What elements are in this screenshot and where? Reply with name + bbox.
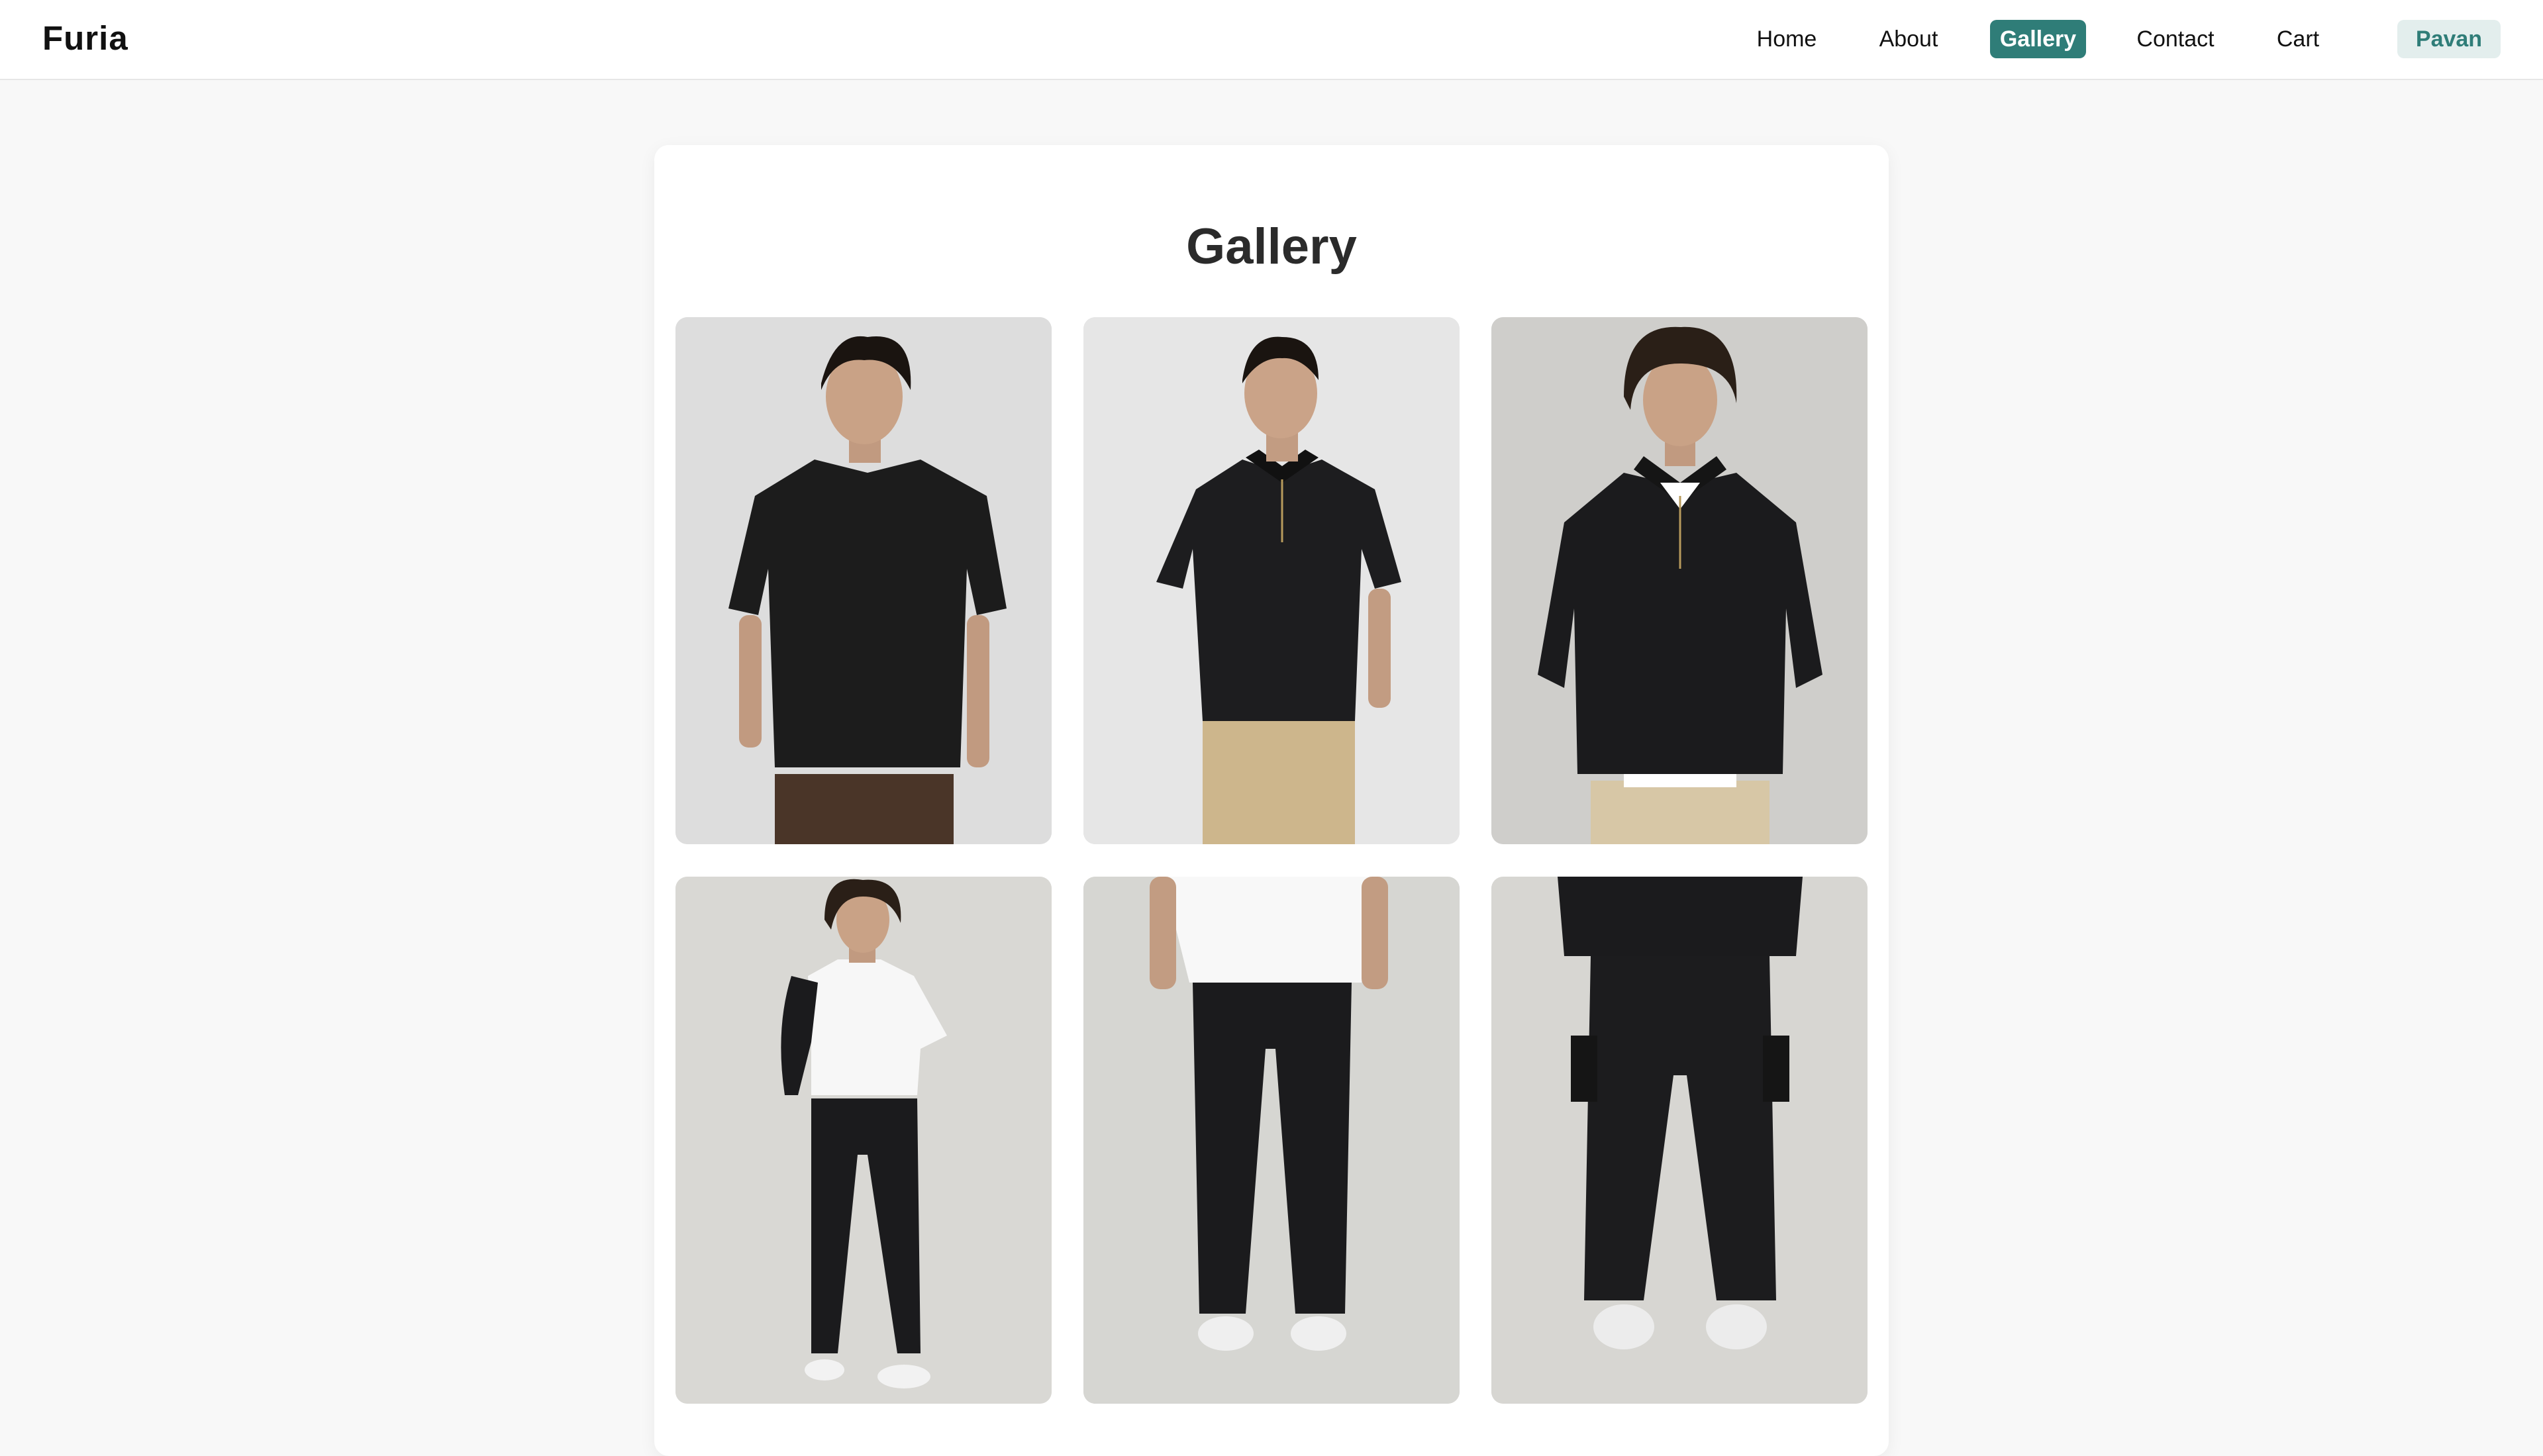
nav-gallery-link[interactable]: Gallery [1990,20,2086,58]
top-navigation-bar: Furia Home About Gallery Contact Cart Pa… [0,0,2543,80]
black-cargo-joggers-photo-icon [1491,877,1868,1404]
nav-contact-link[interactable]: Contact [2126,20,2225,58]
gallery-image-6[interactable] [1491,877,1868,1404]
user-account-button[interactable]: Pavan [2397,20,2501,58]
model-white-tshirt-black-pants-photo-icon [675,877,1052,1404]
gallery-card: Gallery [654,145,1889,1456]
model-black-tshirt-brown-pants-photo-icon [675,317,1052,844]
nav-home-link[interactable]: Home [1746,20,1828,58]
gallery-image-4[interactable] [675,877,1052,1404]
nav-about-link[interactable]: About [1869,20,1948,58]
gallery-image-3[interactable] [1491,317,1868,844]
model-black-quarter-zip-photo-icon [1491,317,1868,844]
model-black-polo-beige-pants-photo-icon [1083,317,1460,844]
gallery-image-1[interactable] [675,317,1052,844]
gallery-image-5[interactable] [1083,877,1460,1404]
brand-logo[interactable]: Furia [42,19,128,58]
gallery-image-2[interactable] [1083,317,1460,844]
nav-cart-link[interactable]: Cart [2265,20,2331,58]
black-trousers-closeup-photo-icon [1083,877,1460,1404]
page-title: Gallery [1186,218,1357,275]
